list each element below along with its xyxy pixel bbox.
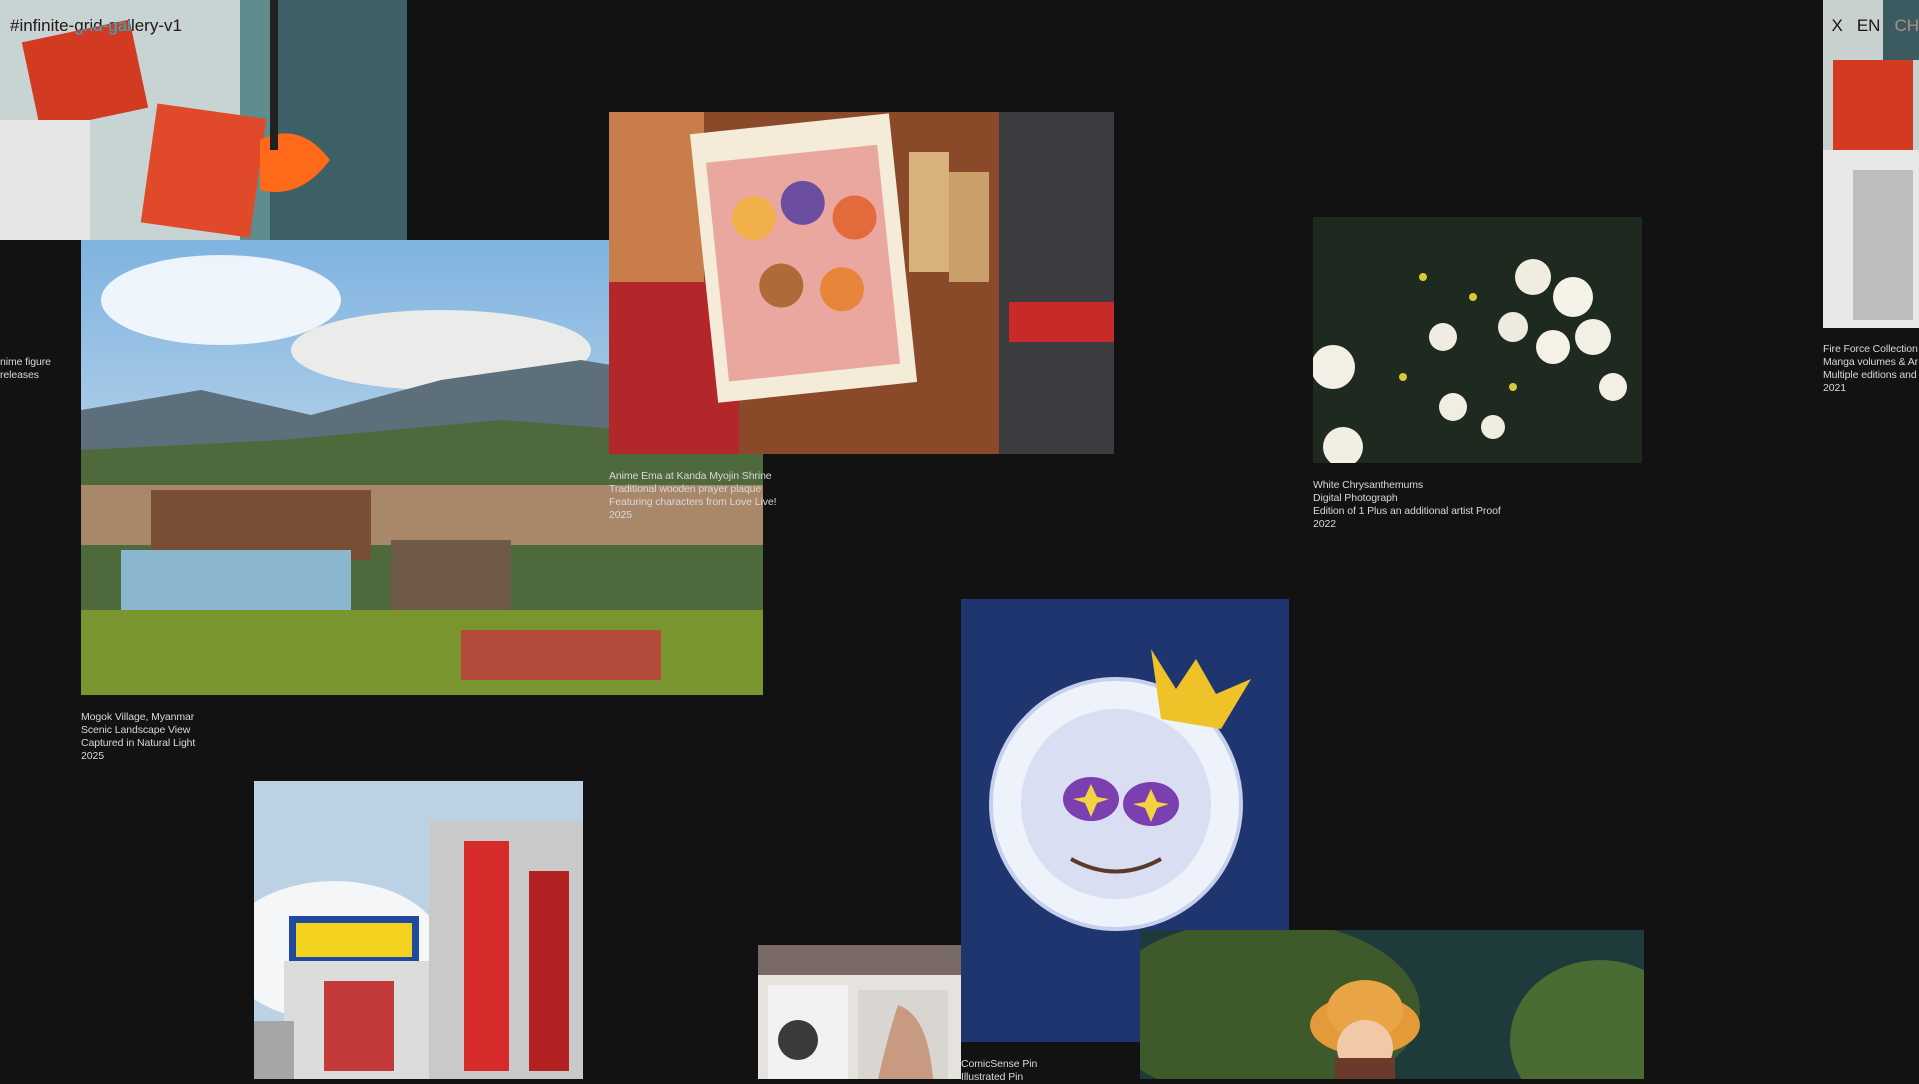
gallery-caption-fire-force: Fire Force Collection Manga volumes & Ar… [1823, 343, 1919, 394]
lang-ch-link[interactable]: CH [1894, 16, 1919, 36]
gallery-caption-mogok: Mogok Village, Myanmar Scenic Landscape … [81, 711, 196, 762]
gallery-image-white-chrysanthemums[interactable] [1313, 217, 1642, 463]
site-title: #infinite-grid-gallery-v1 [10, 16, 182, 35]
close-link[interactable]: X [1831, 16, 1842, 36]
gallery-image-luffy-figure[interactable] [1140, 930, 1644, 1079]
gallery-caption-anime-figure: nime figure releases [0, 356, 51, 381]
gallery-image-fire-force-collection[interactable] [1823, 0, 1919, 328]
gallery-caption-comicsense: ComicSense Pin Illustrated Pin [961, 1058, 1038, 1083]
lang-en-link[interactable]: EN [1857, 16, 1881, 36]
gallery-caption-chrysanthemums: White Chrysanthemums Digital Photograph … [1313, 479, 1501, 530]
gallery-image-manga-hands[interactable] [758, 945, 961, 1079]
gallery-image-anime-ema[interactable] [609, 112, 1114, 454]
gallery-image-fire-force-manga[interactable] [0, 0, 407, 240]
language-switcher: X EN CH [1831, 16, 1919, 36]
gallery-caption-anime-ema: Anime Ema at Kanda Myojin Shrine Traditi… [609, 470, 777, 521]
gallery-image-karaoke-street[interactable] [254, 781, 583, 1079]
